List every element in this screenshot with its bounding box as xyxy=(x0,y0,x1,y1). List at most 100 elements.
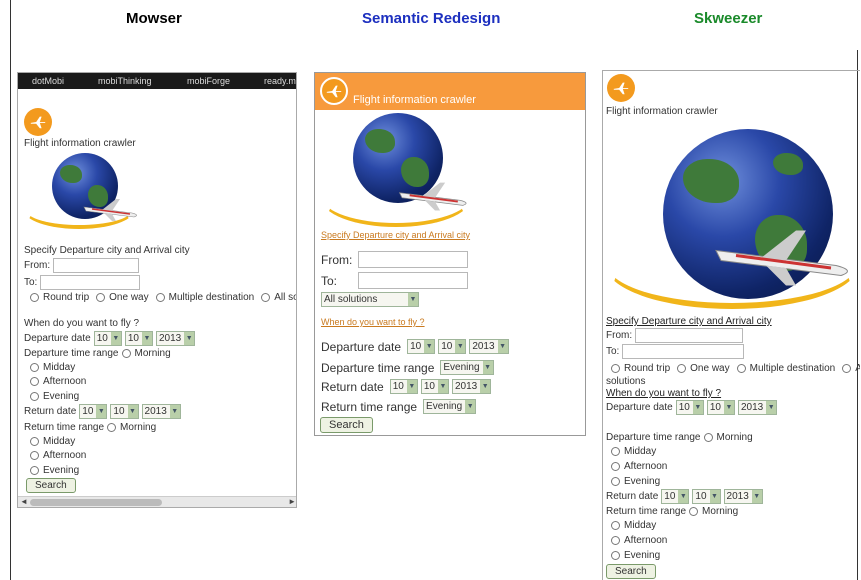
departure-morning-radio[interactable] xyxy=(703,433,713,442)
departure-month-select[interactable]: 10 ▼ xyxy=(124,331,153,346)
from-label: From: xyxy=(606,330,633,341)
nav-mobithinking[interactable]: mobiThinking xyxy=(98,76,152,86)
departure-day-select[interactable]: 10 ▼ xyxy=(93,331,122,346)
return-month-select[interactable]: 10 ▼ xyxy=(692,489,721,504)
return-midday-radio[interactable] xyxy=(30,437,39,446)
return-time-range-select[interactable]: Evening ▼ xyxy=(423,399,477,414)
from-input[interactable] xyxy=(635,328,744,343)
departure-month-select[interactable]: 10 ▼ xyxy=(706,400,735,415)
round-trip-label: Round trip xyxy=(624,363,671,374)
mowser-from-row: From: xyxy=(24,258,140,273)
mowser-search-button[interactable]: Search xyxy=(26,478,76,493)
mowser-globe-image xyxy=(24,151,144,231)
afternoon-label: Afternoon xyxy=(624,535,668,546)
from-input[interactable] xyxy=(53,258,140,273)
from-input[interactable] xyxy=(358,251,468,268)
semantic-from-row: From: xyxy=(321,251,468,268)
skweezer-ret-midday: Midday xyxy=(611,520,656,531)
departure-year-select[interactable]: 2013 ▼ xyxy=(737,400,778,415)
skweezer-dep-midday: Midday xyxy=(611,446,656,457)
round-trip-radio[interactable] xyxy=(30,293,39,302)
skweezer-when-link[interactable]: When do you want to fly ? xyxy=(606,388,721,399)
return-morning-radio[interactable] xyxy=(689,507,699,516)
skweezer-solutions-label: solutions xyxy=(606,376,646,387)
departure-afternoon-radio[interactable] xyxy=(611,462,620,471)
mowser-dep-evening: Evening xyxy=(30,391,79,402)
departure-afternoon-radio[interactable] xyxy=(30,377,39,386)
skweezer-search-button[interactable]: Search xyxy=(606,564,656,579)
return-afternoon-radio[interactable] xyxy=(611,536,620,545)
skweezer-from-row: From: xyxy=(606,328,744,343)
departure-year-select[interactable]: 2013 ▼ xyxy=(155,331,196,346)
all-solutions-radio[interactable] xyxy=(842,364,852,373)
departure-time-range-select[interactable]: Evening ▼ xyxy=(440,360,494,375)
semantic-specify-link[interactable]: Specify Departure city and Arrival city xyxy=(321,230,470,240)
return-evening-radio[interactable] xyxy=(30,466,39,475)
return-afternoon-radio[interactable] xyxy=(30,451,39,460)
departure-month-select[interactable]: 10 ▼ xyxy=(438,339,467,354)
round-trip-label: Round trip xyxy=(43,292,90,303)
departure-date-label: Departure date xyxy=(321,339,402,354)
afternoon-label: Afternoon xyxy=(43,376,87,387)
return-year-select[interactable]: 2013 ▼ xyxy=(141,404,181,419)
skweezer-trip-type-row: Round trip One way Multiple destination … xyxy=(611,363,860,374)
return-time-range-label: Return time range xyxy=(24,422,105,433)
mowser-title: Flight information crawler xyxy=(24,138,136,149)
round-trip-radio[interactable] xyxy=(611,364,620,373)
return-year-select[interactable]: 2013 ▼ xyxy=(451,379,492,394)
one-way-label: One way xyxy=(109,292,149,303)
skweezer-specify-link[interactable]: Specify Departure city and Arrival city xyxy=(606,316,772,327)
semantic-search-button[interactable]: Search xyxy=(320,417,373,433)
departure-day-select[interactable]: 10 ▼ xyxy=(407,339,436,354)
solutions-select[interactable]: All solutions ▼ xyxy=(321,292,419,307)
midday-label: Midday xyxy=(43,436,76,447)
horizontal-scrollbar[interactable]: ◄ ► xyxy=(18,496,296,507)
semantic-departure-time-row: Departure time range Evening ▼ xyxy=(321,360,494,375)
departure-evening-radio[interactable] xyxy=(30,392,39,401)
return-day-select[interactable]: 10 ▼ xyxy=(79,404,108,419)
scroll-left-arrow-icon[interactable]: ◄ xyxy=(20,497,28,506)
nav-ready[interactable]: ready.m xyxy=(264,76,296,86)
mowser-ret-afternoon: Afternoon xyxy=(30,450,86,461)
to-input[interactable] xyxy=(358,272,468,289)
nav-dotmobi[interactable]: dotMobi xyxy=(32,76,64,86)
return-morning-radio[interactable] xyxy=(107,423,117,432)
semantic-panel: Flight information crawler Specify Depar… xyxy=(314,72,586,436)
departure-morning-radio[interactable] xyxy=(121,349,131,358)
departure-evening-radio[interactable] xyxy=(611,477,620,486)
departure-midday-radio[interactable] xyxy=(611,447,620,456)
departure-day-select[interactable]: 10 ▼ xyxy=(675,400,704,415)
semantic-when-link[interactable]: When do you want to fly ? xyxy=(321,317,425,327)
departure-midday-radio[interactable] xyxy=(30,363,39,372)
multiple-destination-radio[interactable] xyxy=(736,364,746,373)
midday-label: Midday xyxy=(624,446,657,457)
return-day-select[interactable]: 10 ▼ xyxy=(661,489,690,504)
to-input[interactable] xyxy=(40,275,141,290)
scrollbar-thumb[interactable] xyxy=(30,499,162,506)
nav-mobiforge[interactable]: mobiForge xyxy=(187,76,230,86)
multiple-destination-radio[interactable] xyxy=(155,293,165,302)
semantic-return-date-row: Return date 10 ▼ 10 ▼ 2013 ▼ xyxy=(321,379,492,394)
mowser-heading: Mowser xyxy=(126,10,182,27)
skweezer-heading: Skweezer xyxy=(694,10,763,27)
skweezer-dep-evening: Evening xyxy=(611,476,660,487)
mowser-return-date-row: Return date 10 ▼ 10 ▼ 2013 ▼ xyxy=(24,404,181,419)
scroll-right-arrow-icon[interactable]: ► xyxy=(288,497,296,506)
return-month-select[interactable]: 10 ▼ xyxy=(110,404,139,419)
semantic-return-time-row: Return time range Evening ▼ xyxy=(321,399,477,414)
return-midday-radio[interactable] xyxy=(611,521,620,530)
mowser-to-row: To: xyxy=(24,275,141,290)
morning-label: Morning xyxy=(120,422,157,433)
to-input[interactable] xyxy=(622,344,745,359)
return-evening-radio[interactable] xyxy=(611,551,620,560)
semantic-globe-image xyxy=(321,111,471,231)
departure-year-select[interactable]: 2013 ▼ xyxy=(469,339,509,354)
return-day-select[interactable]: 10 ▼ xyxy=(389,379,418,394)
return-month-select[interactable]: 10 ▼ xyxy=(420,379,449,394)
return-year-select[interactable]: 2013 ▼ xyxy=(723,489,763,504)
mowser-specify-label: Specify Departure city and Arrival city xyxy=(24,245,190,256)
one-way-radio[interactable] xyxy=(677,364,687,373)
departure-time-range-label: Departure time range xyxy=(321,360,435,375)
one-way-radio[interactable] xyxy=(96,293,106,302)
all-solutions-radio[interactable] xyxy=(261,293,271,302)
